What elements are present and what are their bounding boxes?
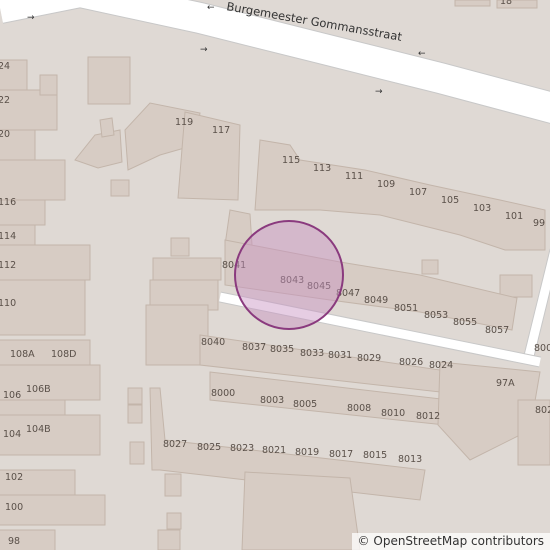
- one-way-arrow: ←: [207, 3, 215, 13]
- house-number: 111: [345, 171, 363, 182]
- house-number: 8008: [347, 403, 371, 414]
- house-number: 8017: [329, 449, 353, 460]
- map-canvas[interactable]: → ← → ← → Burgemeester Gommansstraat 24 …: [0, 0, 550, 550]
- house-number: 103: [473, 203, 491, 214]
- house-number: 8000: [211, 388, 235, 399]
- copyright-symbol: ©: [357, 534, 370, 548]
- house-number: 99: [533, 218, 545, 229]
- one-way-arrow: →: [200, 45, 208, 55]
- house-number: 8025: [197, 442, 221, 453]
- house-number: 8037: [242, 342, 266, 353]
- house-number: 106: [3, 390, 21, 401]
- house-number: 104: [3, 429, 21, 440]
- house-number: 114: [0, 231, 16, 242]
- house-number: 115: [282, 155, 300, 166]
- house-number: 8055: [453, 317, 477, 328]
- house-number: 106B: [26, 384, 51, 395]
- house-number: 8029: [357, 353, 381, 364]
- house-number: 8033: [300, 348, 324, 359]
- house-number: 113: [313, 163, 331, 174]
- house-number: 97A: [496, 378, 515, 389]
- house-number: 102: [5, 472, 23, 483]
- house-number: 101: [505, 211, 523, 222]
- house-number: 22: [0, 95, 10, 106]
- house-number: 802: [535, 405, 550, 416]
- house-number: 104B: [26, 424, 51, 435]
- house-number: 8049: [364, 295, 388, 306]
- osm-contributors-link[interactable]: OpenStreetMap contributors: [373, 534, 544, 548]
- house-number: 109: [377, 179, 395, 190]
- house-number: 8024: [429, 360, 453, 371]
- house-number: 8031: [328, 350, 352, 361]
- house-number: 8013: [398, 454, 422, 465]
- house-number: 100: [5, 502, 23, 513]
- house-number: 105: [441, 195, 459, 206]
- house-number: 119: [175, 117, 193, 128]
- house-number: 8005: [293, 399, 317, 410]
- house-number: 8015: [363, 450, 387, 461]
- house-number: 117: [212, 125, 230, 136]
- house-number: 18: [500, 0, 512, 7]
- house-number: 8040: [201, 337, 225, 348]
- house-number: 8035: [270, 344, 294, 355]
- house-number: 8010: [381, 408, 405, 419]
- house-number: 8057: [485, 325, 509, 336]
- house-number: 24: [0, 61, 10, 72]
- one-way-arrow: ←: [418, 49, 426, 59]
- house-number: 8021: [262, 445, 286, 456]
- house-number: 98: [8, 536, 20, 547]
- house-number: 112: [0, 260, 16, 271]
- house-number: 8001: [534, 343, 550, 354]
- house-number: 8027: [163, 439, 187, 450]
- map-attribution: © OpenStreetMap contributors: [351, 533, 550, 550]
- house-number: 107: [409, 187, 427, 198]
- house-number: 8026: [399, 357, 423, 368]
- house-number: 110: [0, 298, 16, 309]
- house-number: 20: [0, 129, 10, 140]
- location-marker[interactable]: [234, 220, 344, 330]
- house-number: 108A: [10, 349, 35, 360]
- house-number: 8023: [230, 443, 254, 454]
- one-way-arrow: →: [375, 87, 383, 97]
- house-number: 8003: [260, 395, 284, 406]
- one-way-arrow: →: [27, 13, 35, 23]
- house-number: 8051: [394, 303, 418, 314]
- house-number: 8012: [416, 411, 440, 422]
- house-number: 108D: [51, 349, 76, 360]
- house-number: 8053: [424, 310, 448, 321]
- house-number: 8019: [295, 447, 319, 458]
- house-number: 116: [0, 197, 16, 208]
